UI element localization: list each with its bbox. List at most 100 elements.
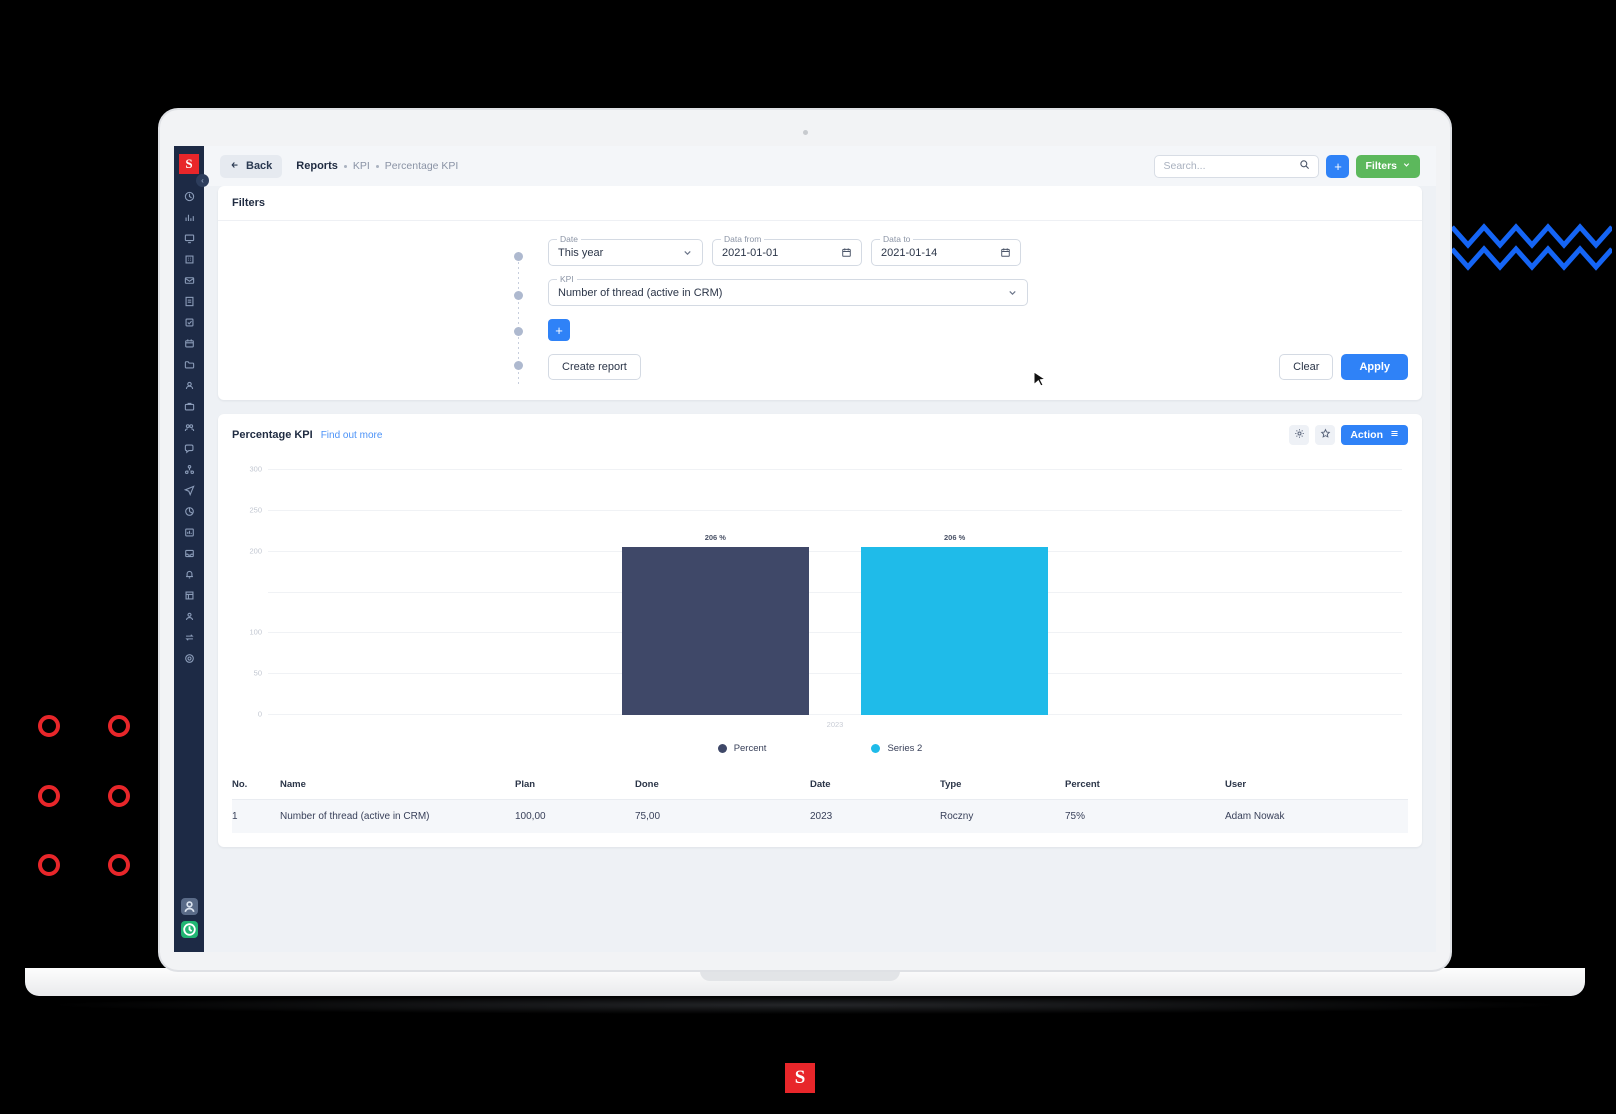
calendar-icon[interactable] [841,247,852,258]
filters-button[interactable]: Filters [1356,154,1420,178]
clear-button[interactable]: Clear [1279,354,1334,380]
sidebar-item-contacts-icon[interactable] [181,377,197,393]
chart-gridline: 200 [249,546,1402,555]
sidebar-item-mail-icon[interactable] [181,272,197,288]
brand-logo[interactable]: S [179,154,199,174]
mouse-cursor [1033,371,1047,387]
sidebar-item-calendar-icon[interactable] [181,335,197,351]
find-out-more-link[interactable]: Find out more [321,430,383,441]
settings-button[interactable] [1289,425,1310,445]
create-report-button[interactable]: Create report [548,354,641,380]
search-box[interactable] [1154,154,1320,178]
sidebar-item-building-icon[interactable] [181,251,197,267]
search-input[interactable] [1163,160,1300,172]
sidebar-item-chat-icon[interactable] [181,440,197,456]
sidebar-item-invoice-icon[interactable] [181,293,197,309]
apply-button[interactable]: Apply [1341,354,1408,380]
breadcrumb-item-reports[interactable]: Reports [296,160,338,172]
x-axis-tick-label: 2023 [826,720,844,729]
chart-gridline: 50 [254,669,1402,678]
column-header-name[interactable]: Name [280,770,515,800]
sidebar-item-tasks-icon[interactable] [181,314,197,330]
cell-done: 75,00 [635,811,661,822]
sidebar-item-network-icon[interactable] [181,461,197,477]
chart-bar[interactable]: 206 % [621,533,809,715]
add-button[interactable]: + [1326,154,1350,178]
data-from-field[interactable]: Data from 2021-01-01 [712,234,862,266]
sidebar-item-settings-icon[interactable] [181,650,197,666]
sidebar-item-dashboard-icon[interactable] [181,188,197,204]
kpi-select[interactable]: KPI Number of thread (active in CRM) [548,274,1028,306]
y-axis-tick-label: 200 [249,546,262,556]
y-axis-tick-label: 300 [249,464,262,474]
sidebar-item-inbox-icon[interactable] [181,545,197,561]
sidebar-collapse-toggle[interactable]: ‹ [196,174,209,187]
filters-panel-body: Date This year Data from 2021-01-01 Data… [218,221,1422,400]
add-condition-button[interactable]: + [548,319,570,341]
top-toolbar: Back Reports KPI Percentage KPI Search..… [204,146,1436,186]
favorite-button[interactable] [1315,425,1336,445]
chevron-down-icon[interactable] [682,247,693,258]
column-header-percent[interactable]: Percent [1065,770,1225,800]
data-from-value: 2021-01-01 [722,246,779,259]
gear-icon [1294,426,1305,444]
laptop-lid: S ‹ Back Reports KPI Percentage KPI Sear… [160,110,1450,970]
kpi-label: KPI [557,274,577,284]
sidebar-item-chart-bar-icon[interactable] [181,524,197,540]
data-to-field[interactable]: Data to 2021-01-14 [871,234,1021,266]
report-header: Percentage KPI Find out more Action [218,414,1422,456]
legend-label: Series 2 [887,743,923,754]
legend-item[interactable]: Percent [717,743,766,754]
breadcrumb-separator-icon [375,164,379,168]
chevron-down-icon[interactable] [1007,287,1018,298]
cell-percent: 75% [1065,811,1086,822]
chart-bar[interactable]: 206 % [861,533,1049,715]
table-row[interactable]: 1 Number of thread (active in CRM) 100,0… [232,799,1408,833]
legend-color-swatch [717,744,727,753]
search-icon[interactable] [1299,157,1310,175]
sidebar-nav [181,188,197,666]
sidebar-item-monitor-icon[interactable] [181,230,197,246]
legend-item[interactable]: Series 2 [871,743,922,754]
column-header-done[interactable]: Done [635,770,810,800]
sidebar-item-analytics-icon[interactable] [181,209,197,225]
report-panel: Percentage KPI Find out more Action 0 50… [218,414,1422,847]
data-to-value: 2021-01-14 [881,246,938,259]
column-header-type[interactable]: Type [940,770,1065,800]
column-header-plan[interactable]: Plan [515,770,635,800]
chart-gridline [268,591,1402,593]
column-header-date[interactable]: Date [810,770,940,800]
sidebar-item-list-icon[interactable] [181,587,197,603]
sidebar-item-swap-icon[interactable] [181,629,197,645]
arrow-left-icon [230,160,240,173]
sidebar-item-pie-icon[interactable] [181,503,197,519]
cell-date: 2023 [810,811,833,822]
sidebar-item-team-icon[interactable] [181,419,197,435]
chart-area: 0 50 100 200 250 300 206 % 206 % 2023 Percent Ser… [218,456,1422,770]
rail-dot [514,327,523,336]
calendar-icon[interactable] [1000,247,1011,258]
y-axis-tick-label: 250 [249,505,262,515]
filters-panel-header: Filters [218,186,1422,221]
column-header-no[interactable]: No. [232,770,280,800]
report-tools: Action [1289,425,1408,445]
back-button[interactable]: Back [220,154,283,178]
column-header-user[interactable]: User [1225,770,1408,800]
kpi-value: Number of thread (active in CRM) [558,286,723,299]
action-label: Action [1350,429,1383,441]
sidebar-item-folder-icon[interactable] [181,356,197,372]
data-from-label: Data from [721,234,765,244]
zigzag-decoration [1452,223,1612,271]
cell-name: Number of thread (active in CRM) [280,811,430,822]
sidebar-item-briefcase-icon[interactable] [181,398,197,414]
date-select[interactable]: Date This year [548,234,703,266]
y-axis-tick-label: 50 [253,668,262,678]
sidebar-item-users-icon[interactable] [181,608,197,624]
breadcrumb-item-kpi[interactable]: KPI [353,160,370,172]
sidebar-item-send-icon[interactable] [181,482,197,498]
sidebar-item-bell-icon[interactable] [181,566,197,582]
time-tracker-button[interactable] [180,921,198,938]
action-button[interactable]: Action [1341,425,1408,445]
avatar[interactable] [180,898,198,915]
filter-action-buttons: Clear Apply [1279,354,1408,380]
